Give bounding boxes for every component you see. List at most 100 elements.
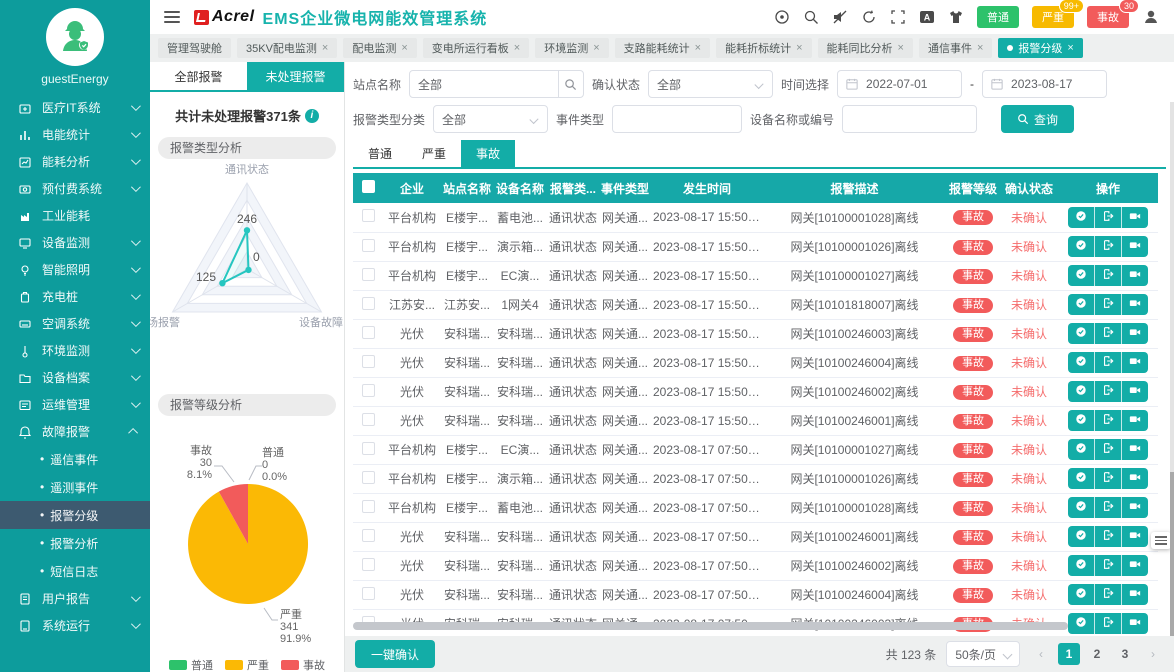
table-settings-handle[interactable] (1151, 532, 1171, 549)
confirm-action-button[interactable] (1068, 555, 1095, 576)
select-all-checkbox[interactable] (362, 180, 375, 193)
user-icon[interactable] (1142, 8, 1160, 26)
confirm-action-button[interactable] (1068, 468, 1095, 489)
alarm-badge-severe[interactable]: 严重99+ (1032, 6, 1074, 28)
confirm-status-select[interactable] (648, 70, 773, 98)
export-action-button[interactable] (1095, 265, 1122, 286)
row-checkbox[interactable] (362, 355, 375, 368)
page-size-select[interactable]: 50条/页 (946, 641, 1020, 667)
fullscreen-icon[interactable] (890, 9, 906, 25)
nav-tab[interactable]: 能耗折标统计× (716, 38, 811, 58)
video-action-button[interactable] (1122, 468, 1148, 489)
confirm-action-button[interactable] (1068, 497, 1095, 518)
video-action-button[interactable] (1122, 497, 1148, 518)
video-action-button[interactable] (1122, 410, 1148, 431)
device-name-value[interactable] (843, 107, 976, 131)
alarm-badge-accident[interactable]: 事故30 (1087, 6, 1129, 28)
export-action-button[interactable] (1095, 381, 1122, 402)
close-icon[interactable]: × (401, 42, 407, 54)
sidebar-subitem-remote-signal-events[interactable]: •遥信事件 (0, 445, 150, 473)
sidebar-item-device-monitor[interactable]: 设备监测 (0, 229, 150, 256)
video-action-button[interactable] (1122, 584, 1148, 605)
video-action-button[interactable] (1122, 352, 1148, 373)
sidebar-subitem-telemetry-events[interactable]: •遥测事件 (0, 473, 150, 501)
sidebar-item-energy-analysis[interactable]: 能耗分析 (0, 148, 150, 175)
aim-icon[interactable] (774, 9, 790, 25)
row-checkbox[interactable] (362, 500, 375, 513)
row-checkbox[interactable] (362, 471, 375, 484)
close-icon[interactable]: × (695, 42, 701, 54)
nav-tab[interactable]: 变电所运行看板× (423, 38, 529, 58)
row-checkbox[interactable] (362, 297, 375, 310)
refresh-icon[interactable] (861, 9, 877, 25)
sidebar-item-device-archive[interactable]: 设备档案 (0, 364, 150, 391)
close-icon[interactable]: × (977, 42, 983, 54)
theme-icon[interactable] (948, 9, 964, 25)
nav-tab[interactable]: 报警分级× (998, 38, 1082, 58)
sidebar-item-medical-it[interactable]: 医疗IT系统 (0, 94, 150, 121)
nav-tab[interactable]: 通信事件× (919, 38, 992, 58)
page-button-3[interactable]: 3 (1114, 643, 1136, 665)
close-icon[interactable]: × (322, 42, 328, 54)
export-action-button[interactable] (1095, 207, 1122, 228)
video-action-button[interactable] (1122, 526, 1148, 547)
confirm-action-button[interactable] (1068, 352, 1095, 373)
export-action-button[interactable] (1095, 439, 1122, 460)
sidebar-item-power-stats[interactable]: 电能统计 (0, 121, 150, 148)
export-action-button[interactable] (1095, 352, 1122, 373)
sidebar-subitem-alarm-classification[interactable]: •报警分级 (0, 501, 150, 529)
nav-tab[interactable]: 35KV配电监测× (237, 38, 337, 58)
row-checkbox[interactable] (362, 442, 375, 455)
level-tab-事故[interactable]: 事故 (461, 140, 515, 167)
export-action-button[interactable] (1095, 468, 1122, 489)
close-icon[interactable]: × (593, 42, 599, 54)
mute-icon[interactable] (832, 9, 848, 25)
confirm-action-button[interactable] (1068, 236, 1095, 257)
summary-tab[interactable]: 未处理报警 (247, 62, 344, 90)
video-action-button[interactable] (1122, 265, 1148, 286)
row-checkbox[interactable] (362, 413, 375, 426)
confirm-action-button[interactable] (1068, 381, 1095, 402)
row-checkbox[interactable] (362, 209, 375, 222)
nav-tab[interactable]: 配电监测× (343, 38, 416, 58)
close-icon[interactable]: × (1067, 42, 1073, 54)
export-action-button[interactable] (1095, 497, 1122, 518)
sidebar-item-hvac[interactable]: 空调系统 (0, 310, 150, 337)
row-checkbox[interactable] (362, 587, 375, 600)
export-action-button[interactable] (1095, 294, 1122, 315)
sidebar-item-user-report[interactable]: 用户报告 (0, 585, 150, 612)
close-icon[interactable]: × (514, 42, 520, 54)
level-tab-普通[interactable]: 普通 (353, 140, 407, 167)
nav-tab[interactable]: 支路能耗统计× (615, 38, 710, 58)
info-icon[interactable]: i (305, 109, 319, 123)
video-action-button[interactable] (1122, 381, 1148, 402)
station-input[interactable] (410, 72, 558, 96)
row-checkbox[interactable] (362, 558, 375, 571)
row-checkbox[interactable] (362, 529, 375, 542)
event-type-input[interactable] (612, 105, 742, 133)
sidebar-item-prepaid[interactable]: 预付费系统 (0, 175, 150, 202)
sidebar-item-fault-alarm[interactable]: 故障报警 (0, 418, 150, 445)
page-button-1[interactable]: 1 (1058, 643, 1080, 665)
event-type-value[interactable] (613, 107, 741, 131)
confirm-action-button[interactable] (1068, 294, 1095, 315)
prev-page-button[interactable]: ‹ (1030, 643, 1052, 665)
page-button-2[interactable]: 2 (1086, 643, 1108, 665)
next-page-button[interactable]: › (1142, 643, 1164, 665)
confirm-action-button[interactable] (1068, 265, 1095, 286)
sidebar-item-system-run[interactable]: 系统运行 (0, 612, 150, 639)
close-icon[interactable]: × (796, 42, 802, 54)
confirm-action-button[interactable] (1068, 584, 1095, 605)
video-action-button[interactable] (1122, 613, 1148, 634)
sidebar-item-smart-lighting[interactable]: 智能照明 (0, 256, 150, 283)
video-action-button[interactable] (1122, 323, 1148, 344)
video-action-button[interactable] (1122, 439, 1148, 460)
export-action-button[interactable] (1095, 584, 1122, 605)
export-action-button[interactable] (1095, 613, 1122, 634)
date-to-input[interactable] (982, 70, 1107, 98)
legend-item[interactable]: 事故 (281, 657, 325, 672)
confirm-action-button[interactable] (1068, 526, 1095, 547)
video-action-button[interactable] (1122, 555, 1148, 576)
export-action-button[interactable] (1095, 555, 1122, 576)
export-action-button[interactable] (1095, 410, 1122, 431)
